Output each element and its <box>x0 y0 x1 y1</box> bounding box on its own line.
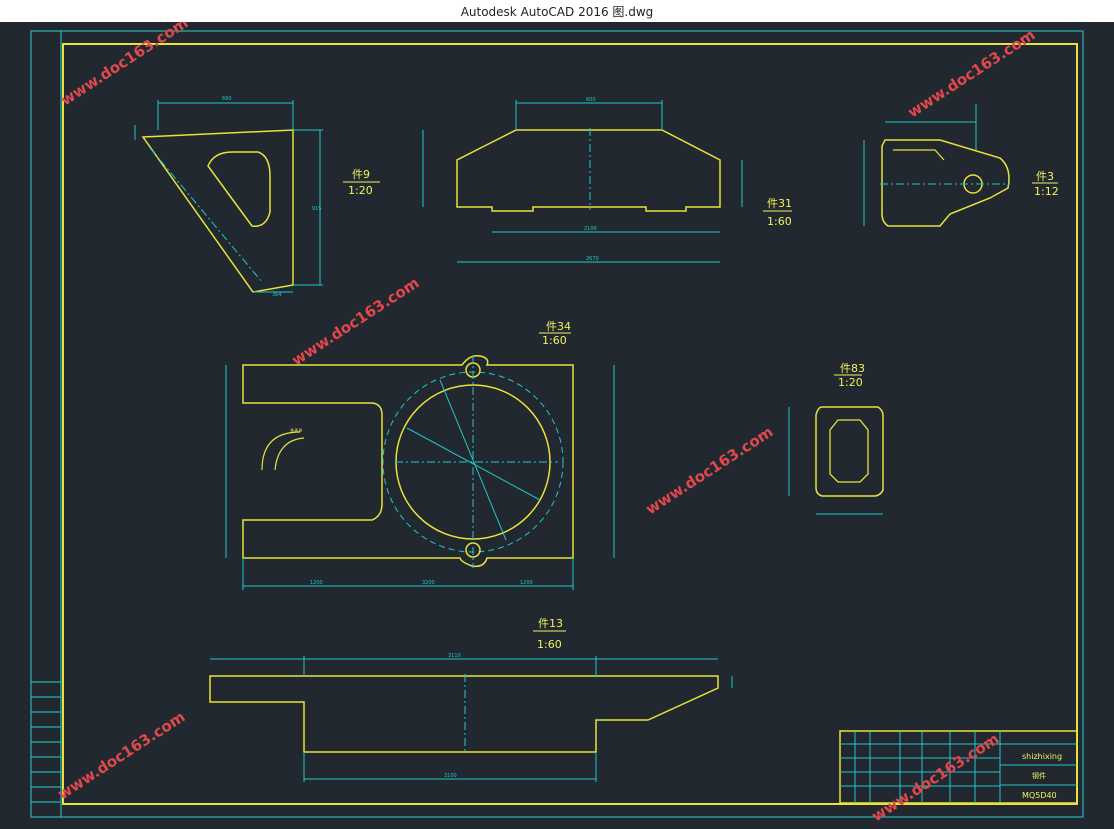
part-13-view[interactable]: 3110 3100 <box>209 653 733 782</box>
watermark-text: www.doc163.com <box>642 423 776 519</box>
part-3-label: 件3 <box>1036 170 1054 183</box>
part-83-label: 件83 <box>840 362 865 375</box>
part-31-view[interactable]: 600 2670 2100 <box>422 97 743 263</box>
drawing-canvas[interactable]: 690 915 364 件9 1:20 600 2670 2100 件31 1:… <box>0 14 1114 826</box>
label-part-3: 件3 1:12 <box>1032 170 1059 198</box>
dim-text: 600 <box>586 97 596 103</box>
label-part-9: 件9 1:20 <box>343 168 380 197</box>
label-part-34: 件34 1:60 <box>539 320 571 347</box>
dim-text: 364 <box>272 292 282 298</box>
window-title-bar: Autodesk AutoCAD 2016 图.dwg <box>0 0 1114 22</box>
label-part-83: 件83 1:20 <box>834 362 865 389</box>
label-part-13: 件13 1:60 <box>533 617 566 651</box>
dim-text: 3100 <box>444 773 457 779</box>
label-part-31: 件31 1:60 <box>763 197 792 228</box>
dim-text: 915 <box>312 206 322 212</box>
watermark-layer: www.doc163.com www.doc163.com www.doc163… <box>54 14 1038 826</box>
part-34-view[interactable]: 1200 3200 1200 ※※※ <box>225 354 615 590</box>
dim-text: 1200 <box>310 580 323 586</box>
title-block-name: shizhixing <box>1022 752 1062 761</box>
part-83-scale: 1:20 <box>838 376 863 389</box>
part-9-scale: 1:20 <box>348 184 373 197</box>
left-tab-block <box>30 681 62 803</box>
part-83-view[interactable] <box>788 406 884 515</box>
part-31-label: 件31 <box>767 197 792 210</box>
watermark-text: www.doc163.com <box>54 708 188 804</box>
outer-border <box>30 30 1084 818</box>
part-31-scale: 1:60 <box>767 215 792 228</box>
dim-text: 2100 <box>584 226 597 232</box>
title-block-material: 钢件 <box>1032 771 1046 780</box>
watermark-text: www.doc163.com <box>57 22 191 109</box>
part-9-view[interactable]: 690 915 364 <box>134 96 323 298</box>
dim-text: 3110 <box>448 653 461 659</box>
part-3-scale: 1:12 <box>1034 185 1059 198</box>
dim-text: 2670 <box>586 256 599 262</box>
part-13-label: 件13 <box>538 617 563 630</box>
part-3-view[interactable] <box>863 104 1010 227</box>
watermark-text: www.doc163.com <box>288 274 422 370</box>
dim-text: 3200 <box>422 580 435 586</box>
title-block-drawing-no: MQ5D40 <box>1022 791 1057 800</box>
note-text: ※※※ <box>290 428 303 434</box>
dim-text: 690 <box>222 96 232 102</box>
dim-text: 1200 <box>520 580 533 586</box>
part-13-scale: 1:60 <box>537 638 562 651</box>
part-34-scale: 1:60 <box>542 334 567 347</box>
part-34-label: 件34 <box>546 320 571 333</box>
window-title: Autodesk AutoCAD 2016 图.dwg <box>460 5 654 19</box>
part-9-label: 件9 <box>352 168 370 181</box>
drawing-frame <box>62 43 1078 805</box>
watermark-text: www.doc163.com <box>904 26 1038 122</box>
